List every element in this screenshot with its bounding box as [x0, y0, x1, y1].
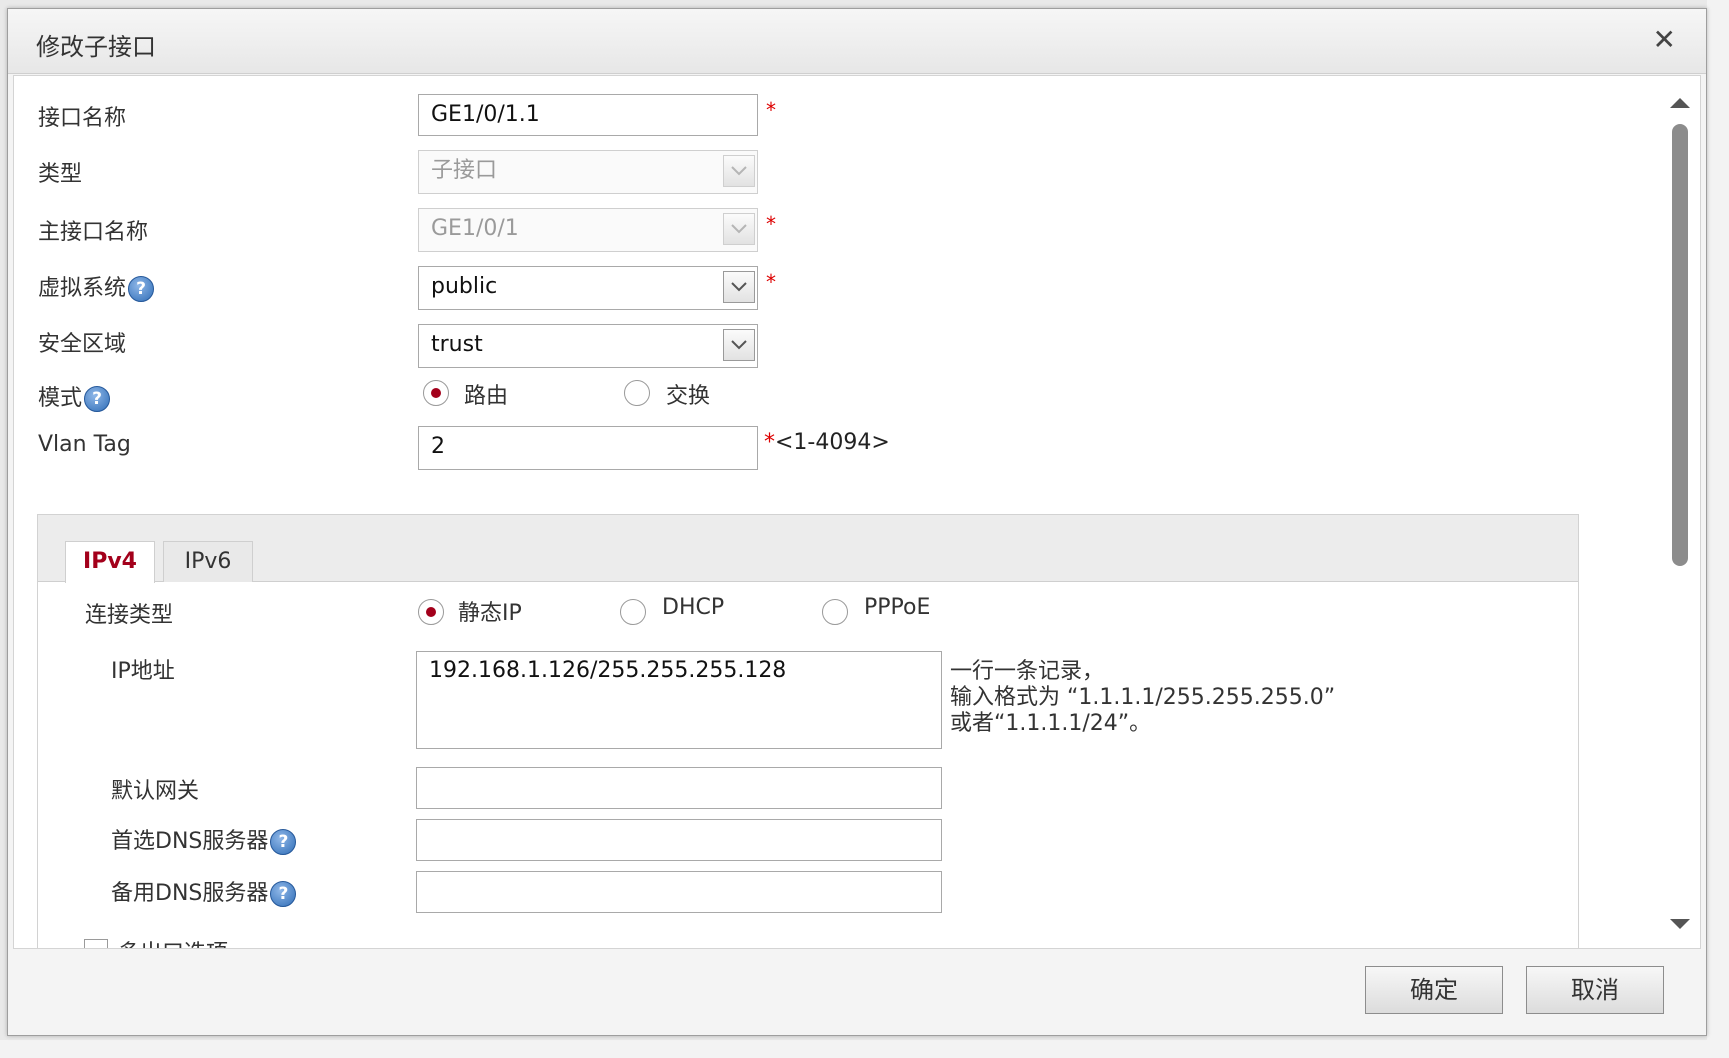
vlan-tag-input[interactable]: 2 — [418, 426, 758, 470]
ip-config-panel: IPv4 IPv6 连接类型 静态IP DHCP PPPoE IP地址 192.… — [37, 514, 1579, 948]
virtual-system-value: public — [431, 274, 498, 299]
required-marker: * — [766, 98, 776, 122]
required-marker: * — [766, 270, 776, 294]
connection-radio-static[interactable] — [418, 599, 444, 625]
ip-tabstrip: IPv4 IPv6 — [38, 515, 1578, 583]
virtual-system-label: 虚拟系统? — [38, 270, 155, 302]
mode-label: 模式? — [38, 380, 111, 412]
help-icon[interactable]: ? — [84, 386, 111, 412]
ip-address-textarea[interactable]: 192.168.1.126/255.255.255.128 — [416, 651, 942, 749]
cancel-button[interactable]: 取消 — [1526, 966, 1664, 1014]
secondary-dns-label: 备用DNS服务器? — [111, 875, 297, 907]
ok-button[interactable]: 确定 — [1365, 966, 1503, 1014]
dialog-titlebar: 修改子接口 ✕ — [8, 9, 1706, 74]
vlan-tag-range-text: <1-4094> — [775, 430, 890, 455]
help-icon[interactable]: ? — [128, 276, 155, 302]
primary-dns-label-text: 首选DNS服务器 — [111, 829, 269, 854]
security-zone-select[interactable]: trust — [418, 324, 758, 368]
vlan-tag-label: Vlan Tag — [38, 432, 131, 457]
security-zone-value: trust — [431, 332, 483, 357]
background-page — [1707, 0, 1729, 1058]
dialog-title: 修改子接口 — [36, 33, 156, 61]
connection-dhcp-label: DHCP — [662, 595, 725, 620]
help-icon[interactable]: ? — [270, 881, 297, 907]
chevron-down-icon[interactable] — [723, 329, 755, 361]
primary-dns-input[interactable] — [416, 819, 942, 861]
chevron-down-icon[interactable] — [723, 271, 755, 303]
required-marker: * — [764, 430, 775, 455]
close-icon[interactable]: ✕ — [1653, 23, 1676, 56]
type-label: 类型 — [38, 162, 83, 187]
default-gateway-label: 默认网关 — [111, 779, 200, 804]
primary-dns-label: 首选DNS服务器? — [111, 823, 297, 855]
multi-egress-label: 多出口选项 — [118, 935, 228, 948]
type-select-value: 子接口 — [431, 158, 498, 183]
secondary-dns-input[interactable] — [416, 871, 942, 913]
parent-interface-select: GE1/0/1 — [418, 208, 758, 252]
chevron-down-icon — [723, 213, 755, 245]
dialog-content: 接口名称 GE1/0/1.1 * 类型 子接口 主接口名称 GE1/0/1 * … — [13, 75, 1701, 949]
ip-address-label: IP地址 — [111, 659, 175, 684]
mode-routing-label: 路由 — [464, 384, 509, 409]
ip-address-hint: 一行一条记录， 输入格式为 “1.1.1.1/255.255.255.0” 或者… — [950, 659, 1335, 737]
default-gateway-input[interactable] — [416, 767, 942, 809]
tab-ipv4[interactable]: IPv4 — [65, 541, 155, 583]
scroll-up-icon[interactable] — [1670, 98, 1690, 108]
mode-label-text: 模式 — [38, 386, 83, 411]
edit-subinterface-dialog: 修改子接口 ✕ 接口名称 GE1/0/1.1 * 类型 子接口 主接口名称 GE… — [7, 8, 1707, 1036]
scroll-thumb[interactable] — [1672, 124, 1688, 566]
virtual-system-label-text: 虚拟系统 — [38, 276, 127, 301]
virtual-system-select[interactable]: public — [418, 266, 758, 310]
chevron-down-icon — [723, 155, 755, 187]
ip-hint-line-1: 一行一条记录， — [950, 659, 1105, 684]
help-icon[interactable]: ? — [270, 829, 297, 855]
connection-pppoe-label: PPPoE — [864, 595, 931, 620]
interface-name-input[interactable]: GE1/0/1.1 — [418, 94, 758, 136]
connection-static-label: 静态IP — [458, 601, 522, 626]
connection-radio-dhcp[interactable] — [620, 599, 646, 625]
multi-egress-checkbox[interactable] — [84, 939, 108, 948]
parent-interface-label: 主接口名称 — [38, 220, 149, 245]
content-scrollbar[interactable] — [1660, 76, 1700, 948]
mode-radio-routing[interactable] — [423, 380, 449, 406]
connection-type-label: 连接类型 — [85, 603, 174, 628]
type-select: 子接口 — [418, 150, 758, 194]
interface-name-label: 接口名称 — [38, 106, 127, 131]
secondary-dns-label-text: 备用DNS服务器 — [111, 881, 269, 906]
mode-switching-label: 交换 — [666, 384, 711, 409]
tab-ipv6[interactable]: IPv6 — [163, 541, 253, 582]
ip-hint-line-3: 或者“1.1.1.1/24”。 — [950, 711, 1152, 736]
security-zone-label: 安全区域 — [38, 332, 127, 357]
required-marker: * — [766, 212, 776, 236]
connection-radio-pppoe[interactable] — [822, 599, 848, 625]
background-footer — [0, 1040, 1729, 1058]
vlan-tag-range: *<1-4094> — [764, 430, 890, 455]
ip-hint-line-2: 输入格式为 “1.1.1.1/255.255.255.0” — [950, 685, 1336, 710]
scroll-down-icon[interactable] — [1670, 919, 1690, 929]
mode-radio-switching[interactable] — [624, 380, 650, 406]
parent-interface-value: GE1/0/1 — [431, 216, 519, 241]
